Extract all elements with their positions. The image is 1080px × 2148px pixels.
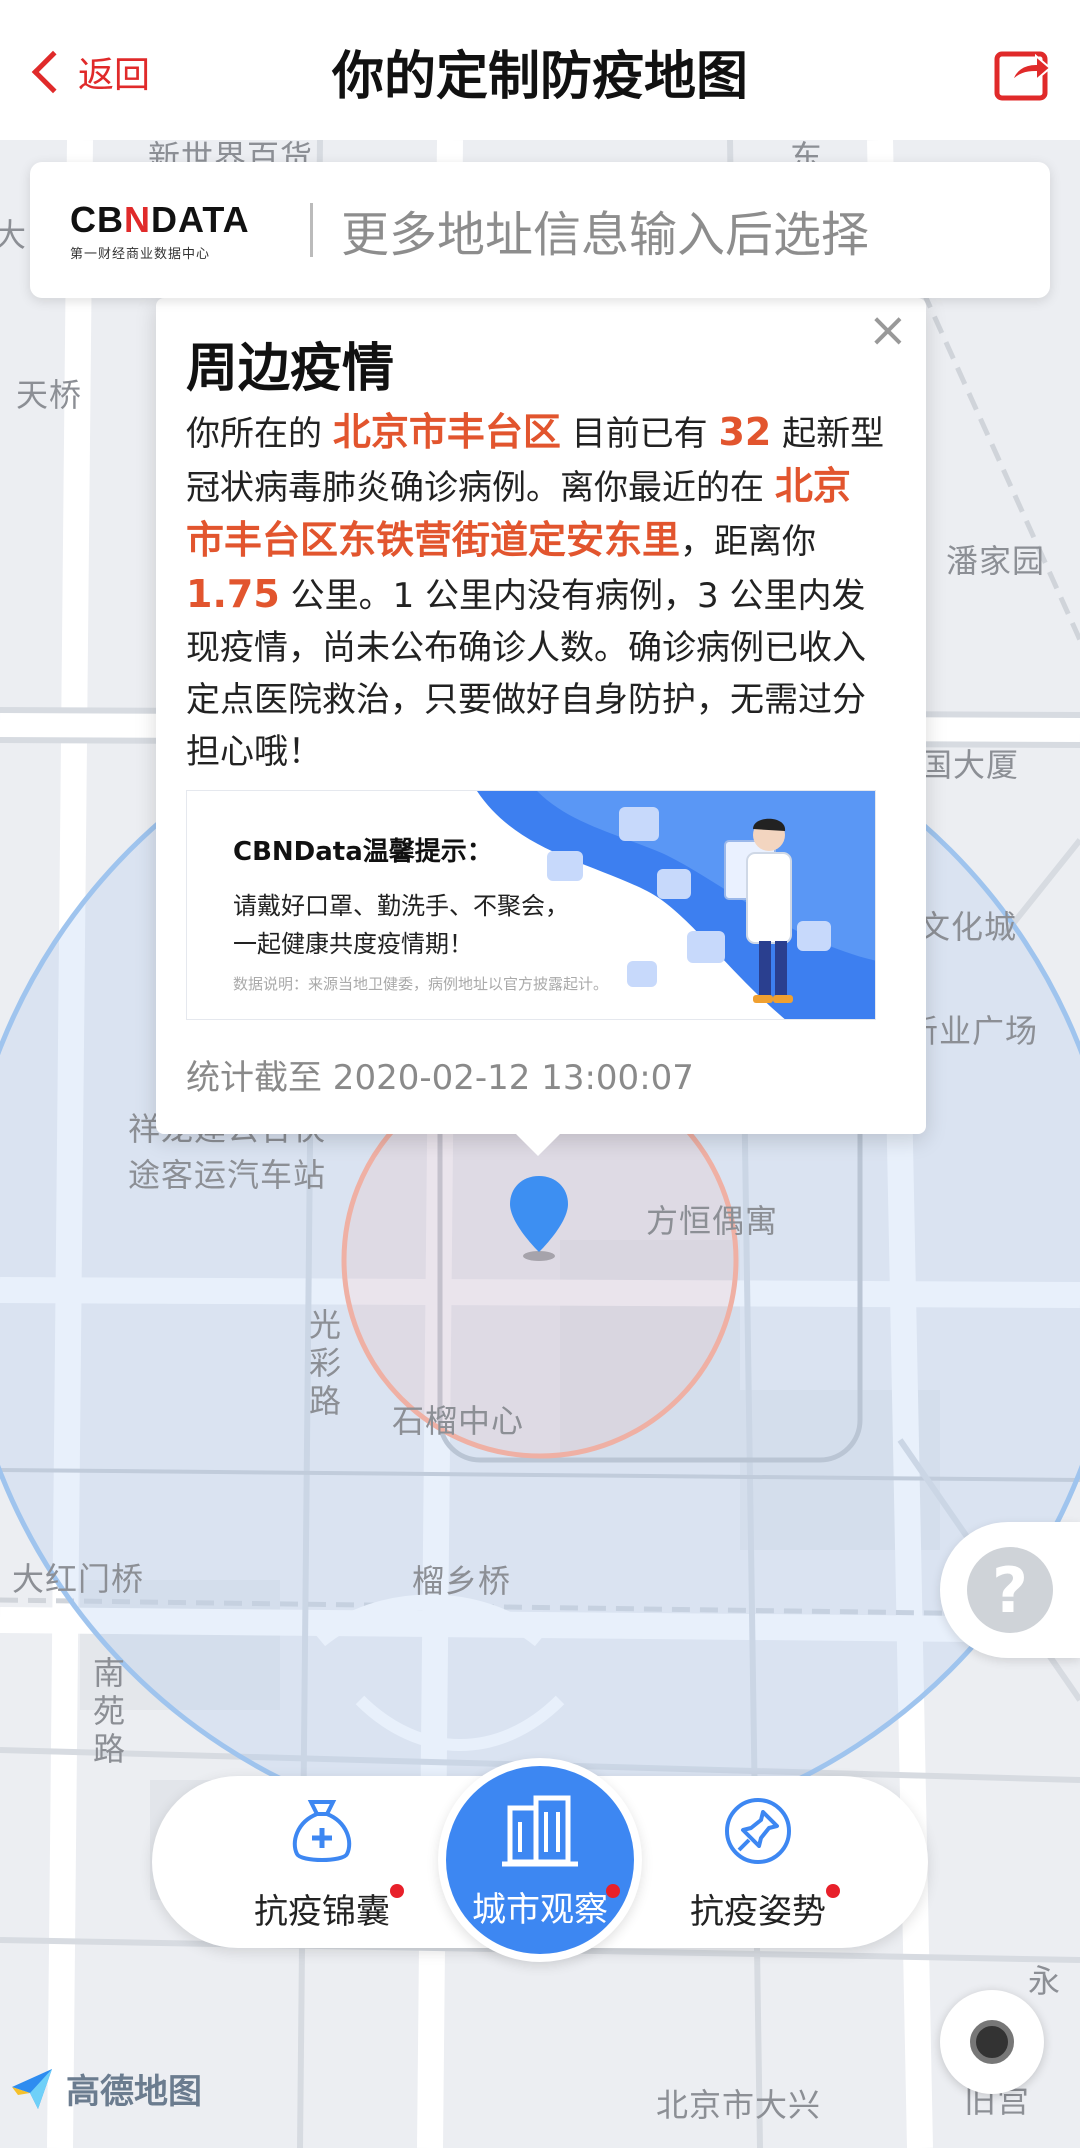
- logo-text-suffix: DATA: [151, 198, 250, 240]
- district-highlight: 北京市丰台区: [332, 410, 561, 454]
- tab-anti-epidemic-tips[interactable]: 抗疫锦囊: [222, 1796, 422, 1933]
- cbndata-logo: CBNDATA 第一财经商业数据中心: [70, 199, 270, 262]
- share-icon[interactable]: [992, 42, 1052, 102]
- amap-logo: 高德地图: [8, 2064, 202, 2113]
- map-label: 途客运汽车站: [128, 1156, 327, 1194]
- buildings-icon: [502, 1795, 578, 1867]
- distance-value: 1.75: [186, 572, 280, 616]
- tab-label: 抗疫锦囊: [254, 1892, 390, 1932]
- map-label: 方恒偶寓: [646, 1202, 779, 1240]
- search-input[interactable]: 更多地址信息输入后选择: [341, 195, 869, 265]
- map-label: 潘家园: [946, 542, 1046, 580]
- paper-plane-icon: [12, 2068, 52, 2109]
- close-icon[interactable]: ×: [868, 302, 908, 358]
- stats-timestamp: 统计截至 2020-02-12 13:00:07: [186, 1058, 694, 1098]
- tips-line: 请戴好口罩、勤洗手、不聚会，: [233, 892, 569, 920]
- body-text: 你所在的: [186, 414, 322, 454]
- tab-city-observation[interactable]: 城市观察: [438, 1758, 642, 1962]
- notification-dot: [826, 1884, 840, 1898]
- map-label: 榴乡桥: [412, 1562, 512, 1600]
- help-button[interactable]: ?: [940, 1522, 1080, 1658]
- body-text: 公里。1 公里内没有病例，3 公里内发现疫情，尚未公布确诊人数。确诊病例已收入定…: [186, 576, 866, 772]
- map-label: 北京市大兴: [656, 2086, 822, 2124]
- tips-banner: CBNData温馨提示： 请戴好口罩、勤洗手、不聚会， 一起健康共度疫情期！ 数…: [186, 790, 876, 1020]
- notification-dot: [390, 1884, 404, 1898]
- popup-body: 你所在的 北京市丰台区 目前已有 32 起新型冠状病毒肺炎确诊病例。离你最近的在…: [186, 406, 886, 778]
- locate-me-button[interactable]: [940, 1990, 1044, 2094]
- popup-title: 周边疫情: [186, 339, 395, 399]
- page-title: 你的定制防疫地图: [331, 47, 748, 107]
- logo-text-prefix: CB: [70, 198, 124, 240]
- popup-pointer: [514, 1132, 562, 1156]
- money-bag-icon: [292, 1800, 352, 1862]
- map-label: 光彩路: [304, 1308, 342, 1422]
- tab-label: 抗疫姿势: [690, 1892, 826, 1932]
- tips-title: CBNData温馨提示：: [233, 837, 493, 867]
- case-count: 32: [718, 410, 772, 454]
- body-text: 目前已有: [571, 414, 708, 454]
- tips-message: 请戴好口罩、勤洗手、不聚会， 一起健康共度疫情期！: [233, 887, 569, 963]
- logo-subtitle: 第一财经商业数据中心: [70, 246, 211, 262]
- notification-dot: [606, 1884, 620, 1898]
- map-label: 石榴中心: [392, 1402, 525, 1440]
- nearby-epidemic-popup: × 周边疫情 你所在的 北京市丰台区 目前已有 32 起新型冠状病毒肺炎确诊病例…: [156, 298, 926, 1156]
- map-label: 大: [0, 216, 28, 254]
- map-label: 天桥: [16, 376, 83, 414]
- locate-icon: [970, 2020, 1014, 2064]
- pin-badge-icon: [725, 1798, 791, 1864]
- address-search-bar[interactable]: CBNDATA 第一财经商业数据中心 更多地址信息输入后选择: [30, 162, 1050, 298]
- top-nav-bar: 返回 你的定制防疫地图: [0, 0, 1080, 140]
- map-label: 大红门桥: [12, 1560, 145, 1598]
- tab-label: 城市观察: [472, 1890, 608, 1930]
- map-label: 南苑路: [88, 1656, 126, 1770]
- tab-anti-epidemic-pose[interactable]: 抗疫姿势: [658, 1796, 858, 1933]
- location-pin-icon[interactable]: [504, 1172, 574, 1262]
- amap-label: 高德地图: [66, 2072, 202, 2112]
- data-source-note: 数据说明：来源当地卫健委，病例地址以官方披露起计。: [233, 975, 609, 993]
- map-label: 永: [1028, 1962, 1062, 2000]
- body-text: ，距离你: [680, 522, 817, 562]
- map-label: 文化城: [918, 908, 1018, 946]
- tips-line: 一起健康共度疫情期！: [233, 930, 473, 958]
- logo-text-mid: N: [124, 198, 151, 240]
- question-icon: ?: [967, 1547, 1053, 1633]
- divider: [310, 203, 313, 257]
- map-label: 国大厦: [920, 746, 1020, 784]
